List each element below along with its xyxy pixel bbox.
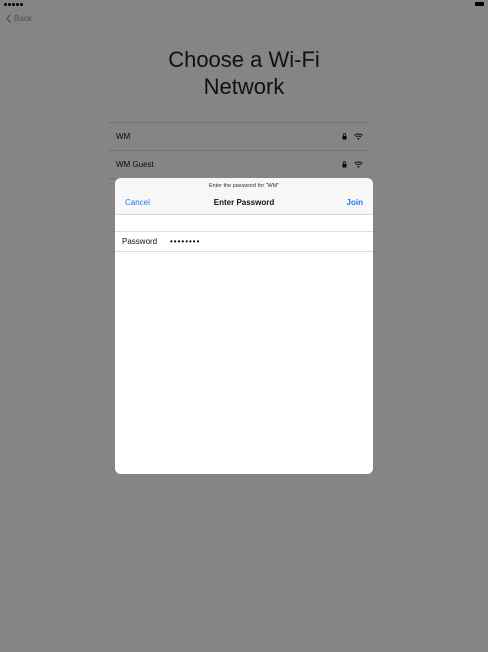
password-dialog: Enter the password for “WM” Cancel Enter… <box>115 178 373 474</box>
password-label: Password <box>122 237 158 246</box>
join-button[interactable]: Join <box>347 198 363 207</box>
dialog-header: Enter the password for “WM” Cancel Enter… <box>115 178 373 214</box>
dialog-title: Enter Password <box>213 198 275 207</box>
dialog-body: Password •••••••• <box>115 214 373 474</box>
dialog-prompt: Enter the password for “WM” <box>208 183 280 189</box>
password-field-row[interactable]: Password •••••••• <box>115 231 373 252</box>
password-input[interactable]: •••••••• <box>170 237 200 246</box>
